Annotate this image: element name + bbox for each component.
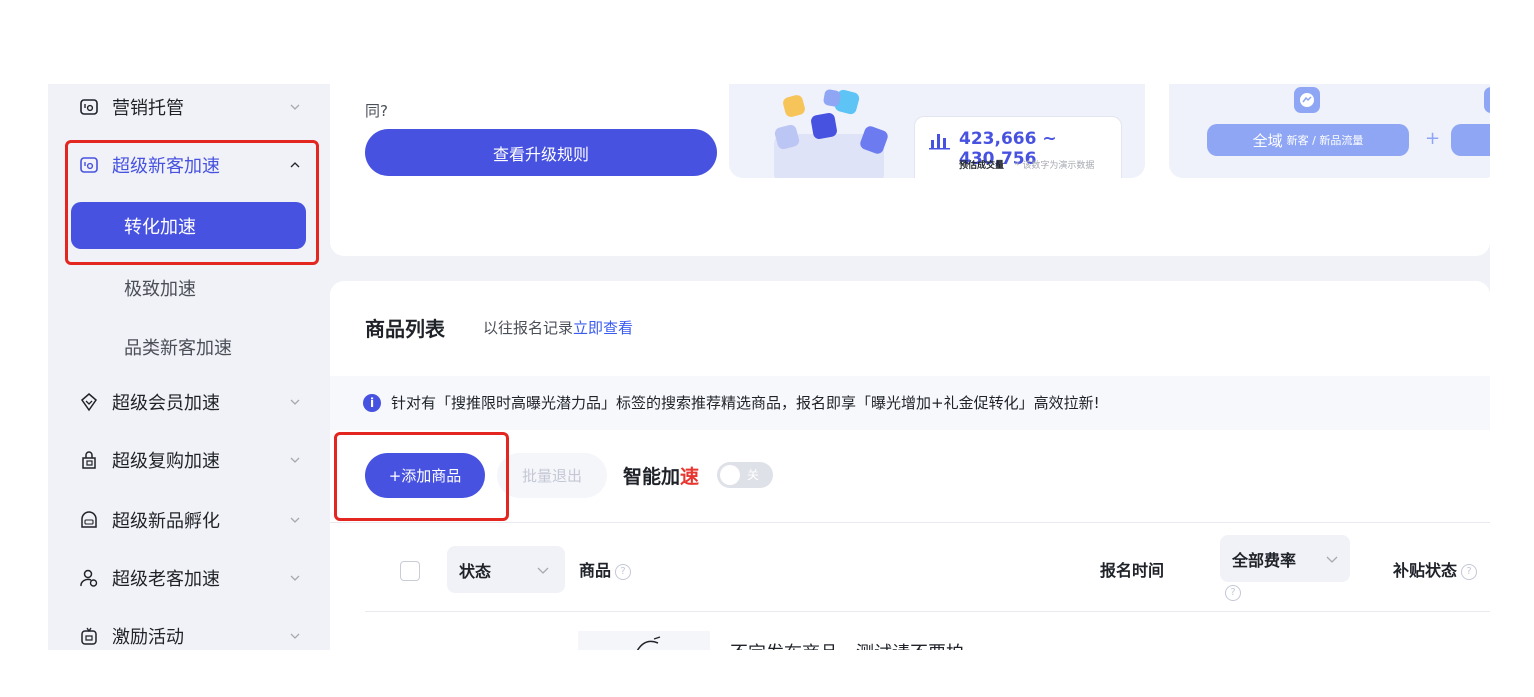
- history-prefix: 以往报名记录: [483, 319, 574, 337]
- plus-sign: +: [1425, 128, 1441, 149]
- rate-filter-select[interactable]: 全部费率: [1220, 535, 1350, 582]
- column-subsidy-status: 补贴状态?: [1393, 557, 1478, 581]
- chevron-down-icon[interactable]: [286, 569, 304, 587]
- sidebar-item-repurchase-acceleration[interactable]: 超级复购加速: [78, 442, 300, 478]
- truncated-description: 同?: [365, 102, 388, 120]
- chevron-down-icon: [1326, 556, 1338, 563]
- sidebar-item-member-acceleration[interactable]: 超级会员加速: [78, 384, 300, 420]
- sidebar-item-label: 激励活动: [112, 627, 184, 648]
- smart-acceleration-toggle[interactable]: 关: [717, 462, 773, 488]
- sidebar-item-returning-customer-acceleration[interactable]: 超级老客加速: [78, 560, 300, 596]
- status-filter-label: 状态: [459, 562, 492, 581]
- estimated-sales-label: 预估成交量: [959, 161, 1005, 171]
- table-header: 状态 商品? 报名时间 全部费率 ? 补贴状态?: [365, 523, 1490, 613]
- sidebar-item-label: 超级复购加速: [112, 451, 220, 472]
- sidebar-item-new-product-incubation[interactable]: 超级新品孵化: [78, 502, 300, 538]
- sidebar-item-marketing-hosting[interactable]: 营销托管: [78, 89, 300, 125]
- select-all-checkbox[interactable]: [400, 561, 420, 581]
- estimated-sales-box: 423,666 ~ 430,756 预估成交量 * 该数字为演示数据: [914, 116, 1122, 178]
- info-text: 针对有「搜推限时高曝光潜力品」标签的搜索推荐精选商品，报名即享「曝光增加+礼金促…: [391, 394, 1100, 412]
- product-thumbnail: [578, 631, 710, 650]
- new-badge-icon: [78, 509, 100, 531]
- chevron-down-icon[interactable]: [286, 393, 304, 411]
- info-banner: i 针对有「搜推限时高曝光潜力品」标签的搜索推荐精选商品，报名即享「曝光增加+礼…: [330, 376, 1490, 430]
- product-name[interactable]: 不定发布商品，测试请不要拍: [730, 639, 964, 650]
- highlight-box-sidebar: [65, 140, 319, 265]
- chevron-down-icon[interactable]: [286, 451, 304, 469]
- help-icon[interactable]: ?: [615, 563, 632, 580]
- sidebar-item-label: 超级会员加速: [112, 393, 220, 414]
- info-icon: i: [363, 394, 381, 412]
- smart-label-part-a: 智能加: [623, 466, 681, 488]
- help-icon[interactable]: ?: [1225, 585, 1241, 601]
- history-records: 以往报名记录立即查看: [483, 317, 633, 338]
- smart-label-part-b: 速: [680, 466, 700, 488]
- global-traffic-sub: 新客 / 新品流量: [1286, 134, 1364, 147]
- global-traffic-main: 全域: [1252, 131, 1283, 150]
- column-product-label: 商品: [579, 561, 612, 580]
- message-icon: [1294, 87, 1320, 113]
- batch-exit-button[interactable]: 批量退出: [497, 453, 607, 498]
- rate-filter-label: 全部费率: [1232, 551, 1297, 570]
- divider: [365, 611, 1490, 612]
- smart-acceleration-label: 智能加速: [623, 462, 699, 489]
- column-subsidy-label: 补贴状态: [1393, 561, 1458, 580]
- sidebar-item-label: 超级老客加速: [112, 569, 220, 590]
- app-frame: 营销托管 超级新客加速 转化加速 极致加速 品类新客加速 超级会员加速 超级复购…: [48, 84, 1490, 650]
- upgrade-panel: 同? 查看升级规则 423,666 ~ 430,756 预估成交量 * 该数字为…: [330, 84, 1490, 256]
- column-product: 商品?: [579, 557, 632, 581]
- gift-icon: [78, 625, 100, 647]
- sidebar-subitem-category-new-customer[interactable]: 品类新客加速: [124, 334, 232, 360]
- truncated-traffic-tag: [1451, 124, 1490, 156]
- message-icon: [1484, 87, 1490, 113]
- product-list-title: 商品列表: [365, 317, 445, 341]
- tag-icon: [78, 96, 100, 118]
- users-icon: [78, 567, 100, 589]
- toggle-knob: [720, 465, 740, 485]
- chevron-down-icon: [537, 567, 549, 574]
- sidebar-item-label: 营销托管: [112, 98, 184, 119]
- demo-data-note: * 该数字为演示数据: [1015, 161, 1095, 171]
- help-icon[interactable]: ?: [1461, 563, 1478, 580]
- chevron-down-icon[interactable]: [286, 98, 304, 116]
- global-traffic-tag: 全域 新客 / 新品流量: [1207, 124, 1409, 156]
- highlight-box-add-button: [334, 432, 509, 521]
- bag-icon: [78, 449, 100, 471]
- chevron-down-icon[interactable]: [286, 511, 304, 529]
- sidebar-subitem-extreme-acceleration[interactable]: 极致加速: [124, 275, 196, 301]
- sidebar-item-label: 超级新品孵化: [112, 511, 220, 532]
- chevron-down-icon[interactable]: [286, 627, 304, 645]
- diamond-icon: [78, 391, 100, 413]
- view-now-link[interactable]: 立即查看: [573, 319, 633, 337]
- view-upgrade-rules-button[interactable]: 查看升级规则: [365, 129, 717, 176]
- traffic-card: 全域 新客 / 新品流量 +: [1169, 84, 1490, 178]
- product-image: [636, 636, 661, 650]
- column-signup-time: 报名时间: [1100, 561, 1165, 580]
- sidebar-item-incentive-activities[interactable]: 激励活动: [78, 618, 300, 650]
- status-filter-select[interactable]: 状态: [447, 546, 565, 593]
- bar-chart-icon: [929, 134, 950, 150]
- toggle-label: 关: [747, 468, 760, 482]
- estimate-card: 423,666 ~ 430,756 预估成交量 * 该数字为演示数据: [729, 84, 1145, 178]
